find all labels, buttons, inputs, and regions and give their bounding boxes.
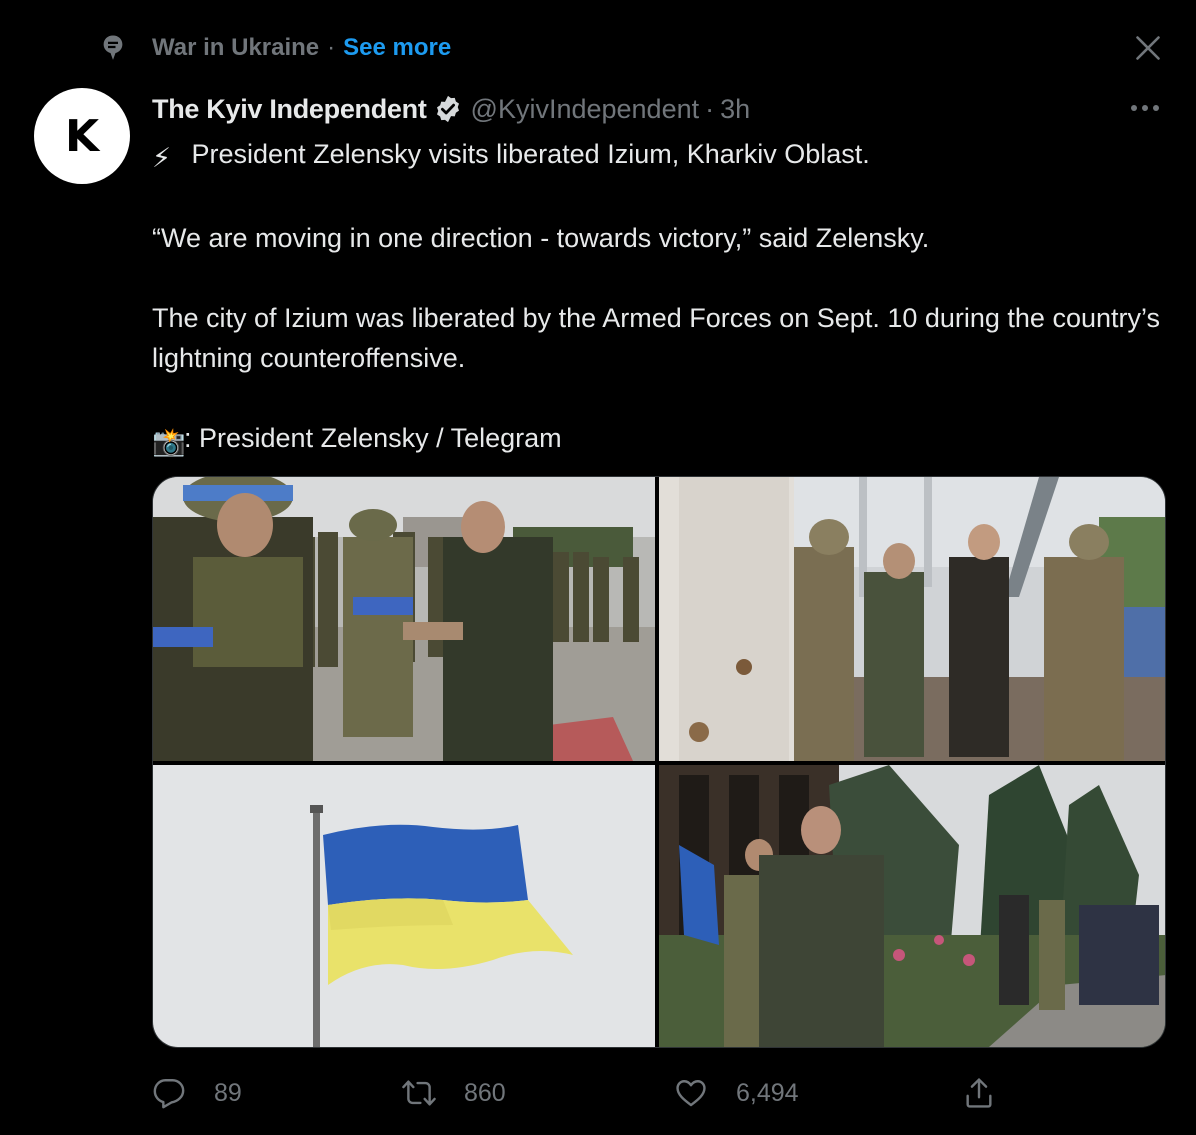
verified-badge-icon xyxy=(436,95,459,123)
heart-icon xyxy=(676,1080,706,1107)
tweet-text: ⚡ President Zelensky visits liberated Iz… xyxy=(152,134,1162,462)
camera-flash-emoji-icon: 📸 xyxy=(152,427,186,457)
retweet-button[interactable]: 860 xyxy=(402,1068,506,1118)
avatar-letter: K xyxy=(64,110,100,162)
tweet-line-4: 📸: President Zelensky / Telegram xyxy=(152,418,1162,462)
topic-icon xyxy=(103,35,123,60)
see-more-link[interactable]: See more xyxy=(343,34,451,62)
zelensky-standing-photo-icon xyxy=(659,765,1165,1047)
retweet-count: 860 xyxy=(464,1078,506,1107)
photo-ukrainian-flag[interactable] xyxy=(153,765,655,1047)
avatar[interactable]: K xyxy=(34,88,130,184)
tweet-time[interactable]: 3h xyxy=(720,94,750,125)
soldiers-handshake-photo-icon xyxy=(153,477,655,761)
more-dots-icon xyxy=(1131,105,1159,111)
close-button[interactable] xyxy=(1128,28,1168,68)
author-handle[interactable]: @KyivIndependent xyxy=(471,94,700,125)
share-button[interactable] xyxy=(962,1068,1024,1118)
more-options-button[interactable] xyxy=(1122,90,1168,126)
tweet-line-1-text: President Zelensky visits liberated Iziu… xyxy=(191,139,870,169)
topic-row: War in Ukraine · See more xyxy=(98,28,451,68)
tweet-actions: 89 860 6,494 xyxy=(152,1068,1012,1118)
photo-soldiers-handshake[interactable] xyxy=(153,477,655,761)
reply-icon xyxy=(153,1079,185,1109)
photo-soldiers-walking[interactable] xyxy=(659,477,1165,761)
topic-separator: · xyxy=(327,34,336,61)
tweet-line-1: ⚡ President Zelensky visits liberated Iz… xyxy=(152,134,1162,178)
media-grid xyxy=(152,476,1166,1048)
tweet-line-4-text: : President Zelensky / Telegram xyxy=(184,423,562,453)
topic-name[interactable]: War in Ukraine xyxy=(152,34,319,62)
photo-zelensky-standing[interactable] xyxy=(659,765,1165,1047)
tweet-header: The Kyiv Independent @KyivIndependent · … xyxy=(152,88,750,130)
tweet-line-3: The city of Izium was liberated by the A… xyxy=(152,303,1161,373)
header-separator: · xyxy=(705,93,715,124)
author-name[interactable]: The Kyiv Independent xyxy=(152,94,427,125)
like-button[interactable]: 6,494 xyxy=(674,1068,799,1118)
soldiers-walking-bridge-photo-icon xyxy=(659,477,1165,761)
tweet-line-2: “We are moving in one direction - toward… xyxy=(152,223,930,253)
lightning-emoji-icon: ⚡ xyxy=(152,143,171,173)
retweet-icon xyxy=(402,1080,436,1106)
like-count: 6,494 xyxy=(736,1078,799,1107)
close-icon xyxy=(1136,36,1160,60)
share-icon xyxy=(966,1078,992,1108)
reply-count: 89 xyxy=(214,1078,242,1107)
reply-button[interactable]: 89 xyxy=(152,1068,242,1118)
ukrainian-flag-photo-icon xyxy=(153,765,655,1047)
